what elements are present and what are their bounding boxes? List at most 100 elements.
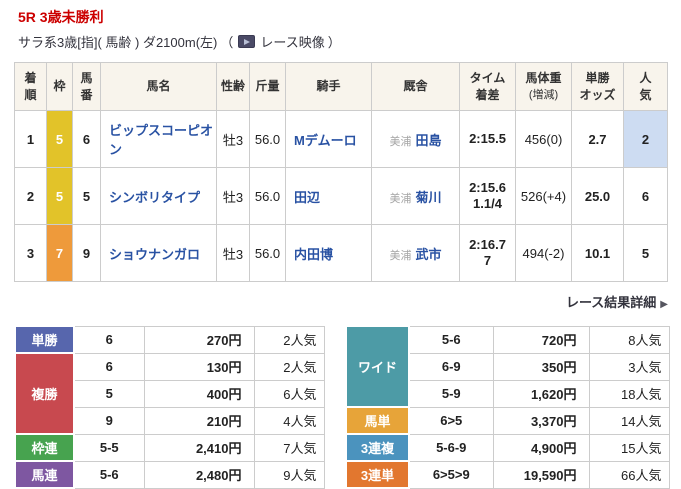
race-results-table: 着 順 枠 馬 番 馬名 性齢 斤量 騎手 厩舎 タイム 着差 馬体重 (増減) … xyxy=(14,62,668,282)
payout-cell: 4,900円 xyxy=(492,433,590,462)
race-conditions-text: サラ系3歳[指]( 馬齢 ) ダ2100m(左) xyxy=(18,35,218,50)
jockey-link[interactable]: 内田博 xyxy=(294,247,333,262)
payout-cell: 270円 xyxy=(143,325,255,354)
bet-type-label: 複勝 xyxy=(14,352,75,435)
payout-cell: 1,620円 xyxy=(492,379,590,408)
bet-type-label: 3連単 xyxy=(345,460,410,489)
ninki-cell: 18人気 xyxy=(588,379,670,408)
time-cell: 2:15.5 xyxy=(459,110,516,168)
race-conditions: サラ系3歳[指]( 馬齢 ) ダ2100m(左) （ レース映像 ） xyxy=(18,32,341,51)
ninki-cell: 2人気 xyxy=(253,325,325,354)
ninki-cell: 4人気 xyxy=(253,406,325,435)
col-header-ninki: 人 気 xyxy=(623,62,668,111)
payout-row-sanrenpuku: 3連複 5-6-9 4,900円 15人気 xyxy=(345,433,670,462)
combo-cell: 5-6-9 xyxy=(408,433,494,462)
odds-cell: 2.7 xyxy=(571,110,624,168)
odds-cell: 10.1 xyxy=(571,224,624,282)
ninki-cell: 6人気 xyxy=(253,379,325,408)
weight-cell: 56.0 xyxy=(249,224,286,282)
horse-weight-cell: 456(0) xyxy=(515,110,572,168)
payout-cell: 2,410円 xyxy=(143,433,255,462)
payout-row-tansho: 単勝 6 270円 2人気 xyxy=(14,325,325,354)
race-video-link[interactable]: レース映像 xyxy=(260,32,324,51)
payout-cell: 350円 xyxy=(492,352,590,381)
weight-cell: 56.0 xyxy=(249,167,286,225)
waku-cell: 5 xyxy=(46,167,73,225)
trainer-link[interactable]: 菊川 xyxy=(415,190,441,205)
payout-cell: 130円 xyxy=(143,352,255,381)
margin-label: 1.1/4 xyxy=(473,196,502,211)
ninki-cell: 7人気 xyxy=(253,433,325,462)
col-header-waku: 枠 xyxy=(46,62,73,111)
bet-type-label: ワイド xyxy=(345,325,410,408)
sex-age-cell: 牡3 xyxy=(216,110,250,168)
jockey-link[interactable]: Mデムーロ xyxy=(294,133,357,148)
horse-name-link[interactable]: ビップスコーピオン xyxy=(109,123,213,157)
combo-cell: 5-6 xyxy=(408,325,494,354)
stable-area-label: 美浦 xyxy=(389,249,412,262)
combo-cell: 6>5 xyxy=(408,406,494,435)
stable-cell: 美浦 田島 xyxy=(371,110,460,168)
col-header-stable: 厩舎 xyxy=(371,62,460,111)
payout-row-fukusho-1: 複勝 6 130円 2人気 xyxy=(14,352,325,435)
col-header-odds: 単勝 オッズ xyxy=(571,62,624,111)
combo-cell: 6 xyxy=(73,325,145,354)
odds-cell: 25.0 xyxy=(571,167,624,225)
margin-label: 7 xyxy=(483,253,492,268)
time-cell: 2:15.6 1.1/4 xyxy=(459,167,516,225)
trainer-link[interactable]: 田島 xyxy=(415,133,441,148)
result-row-3: 3 7 9 ショウナンガロ 牡3 56.0 内田博 美浦 武市 2:16.7 7 4… xyxy=(14,224,668,282)
combo-cell: 9 xyxy=(73,406,145,435)
time-cell: 2:16.7 7 xyxy=(459,224,516,282)
payout-cell: 2,480円 xyxy=(143,460,255,489)
horse-name-link[interactable]: ショウナンガロ xyxy=(109,247,200,262)
results-header-row: 着 順 枠 馬 番 馬名 性齢 斤量 騎手 厩舎 タイム 着差 馬体重 (増減) … xyxy=(14,62,668,111)
payout-row-sanrentan: 3連単 6>5>9 19,590円 66人気 xyxy=(345,460,670,489)
ninki-cell: 15人気 xyxy=(588,433,670,462)
col-header-horse-weight: 馬体重 (増減) xyxy=(515,62,572,111)
race-result-detail-link[interactable]: レース結果詳細 ▶ xyxy=(566,292,668,311)
payout-table-left: 単勝 6 270円 2人気 複勝 6 130円 2人気 5 400円 6人気 9… xyxy=(14,325,325,489)
combo-cell: 5 xyxy=(73,379,145,408)
result-row-2: 2 5 5 シンボリタイプ 牡3 56.0 田辺 美浦 菊川 2:15.6 1.1/… xyxy=(14,167,668,225)
bet-type-label: 馬連 xyxy=(14,460,75,489)
payout-table-right: ワイド 5-6 720円 8人気 6-9 350円 3人気 5-9 1,620円… xyxy=(345,325,670,489)
horse-weight-cell: 526(+4) xyxy=(515,167,572,225)
stable-area-label: 美浦 xyxy=(389,192,412,205)
horse-name-link[interactable]: シンボリタイプ xyxy=(109,190,200,205)
combo-cell: 6>5>9 xyxy=(408,460,494,489)
rank-cell: 3 xyxy=(14,224,47,282)
payout-row-umaren: 馬連 5-6 2,480円 9人気 xyxy=(14,460,325,489)
payout-cell: 3,370円 xyxy=(492,406,590,435)
bet-type-label: 馬単 xyxy=(345,406,410,435)
col-header-weight: 斤量 xyxy=(249,62,286,111)
jockey-link[interactable]: 田辺 xyxy=(294,190,320,205)
sex-age-cell: 牡3 xyxy=(216,167,250,225)
bet-type-label: 枠連 xyxy=(14,433,75,462)
paren-close: ） xyxy=(327,35,341,50)
payout-cell: 210円 xyxy=(143,406,255,435)
trainer-link[interactable]: 武市 xyxy=(415,247,441,262)
ninki-cell: 5 xyxy=(623,224,668,282)
col-header-jockey: 騎手 xyxy=(285,62,372,111)
sex-age-cell: 牡3 xyxy=(216,224,250,282)
bet-type-label: 3連複 xyxy=(345,433,410,462)
stable-area-label: 美浦 xyxy=(389,135,412,148)
horse-weight-cell: 494(-2) xyxy=(515,224,572,282)
bet-type-label: 単勝 xyxy=(14,325,75,354)
payout-cell: 19,590円 xyxy=(492,460,590,489)
payout-cell: 400円 xyxy=(143,379,255,408)
ninki-cell: 6 xyxy=(623,167,668,225)
ninki-cell: 8人気 xyxy=(588,325,670,354)
payout-row-wakuren: 枠連 5-5 2,410円 7人気 xyxy=(14,433,325,462)
video-icon[interactable] xyxy=(238,35,256,48)
weight-cell: 56.0 xyxy=(249,110,286,168)
col-header-sex-age: 性齢 xyxy=(216,62,250,111)
race-title: 5R 3歳未勝利 xyxy=(18,9,104,25)
waku-cell: 7 xyxy=(46,224,73,282)
payout-row-wide-1: ワイド 5-6 720円 8人気 xyxy=(345,325,670,408)
combo-cell: 5-6 xyxy=(73,460,145,489)
col-header-time: タイム 着差 xyxy=(459,62,516,111)
combo-cell: 6-9 xyxy=(408,352,494,381)
ninki-cell: 2 xyxy=(623,110,668,168)
